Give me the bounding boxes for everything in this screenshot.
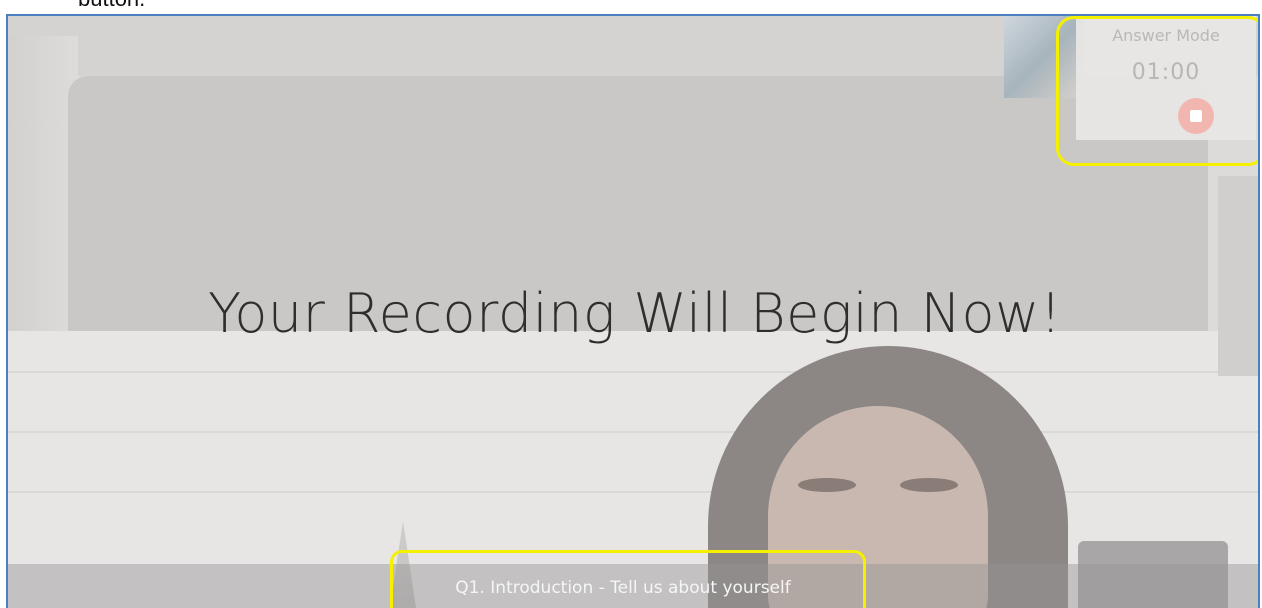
document-text-fragment: button. — [78, 0, 145, 12]
right-shadow — [1218, 176, 1258, 376]
highlight-answer-mode — [1056, 16, 1258, 166]
recording-headline: Your Recording Will Begin Now! — [208, 282, 1062, 345]
brick-line — [8, 491, 1258, 493]
right-eye — [900, 478, 958, 492]
brick-line — [8, 371, 1258, 373]
highlight-question — [390, 550, 866, 608]
brick-line — [8, 431, 1258, 433]
left-eye — [798, 478, 856, 492]
recording-viewport: Answer Mode 01:00 Your Recording Will Be… — [6, 14, 1260, 608]
